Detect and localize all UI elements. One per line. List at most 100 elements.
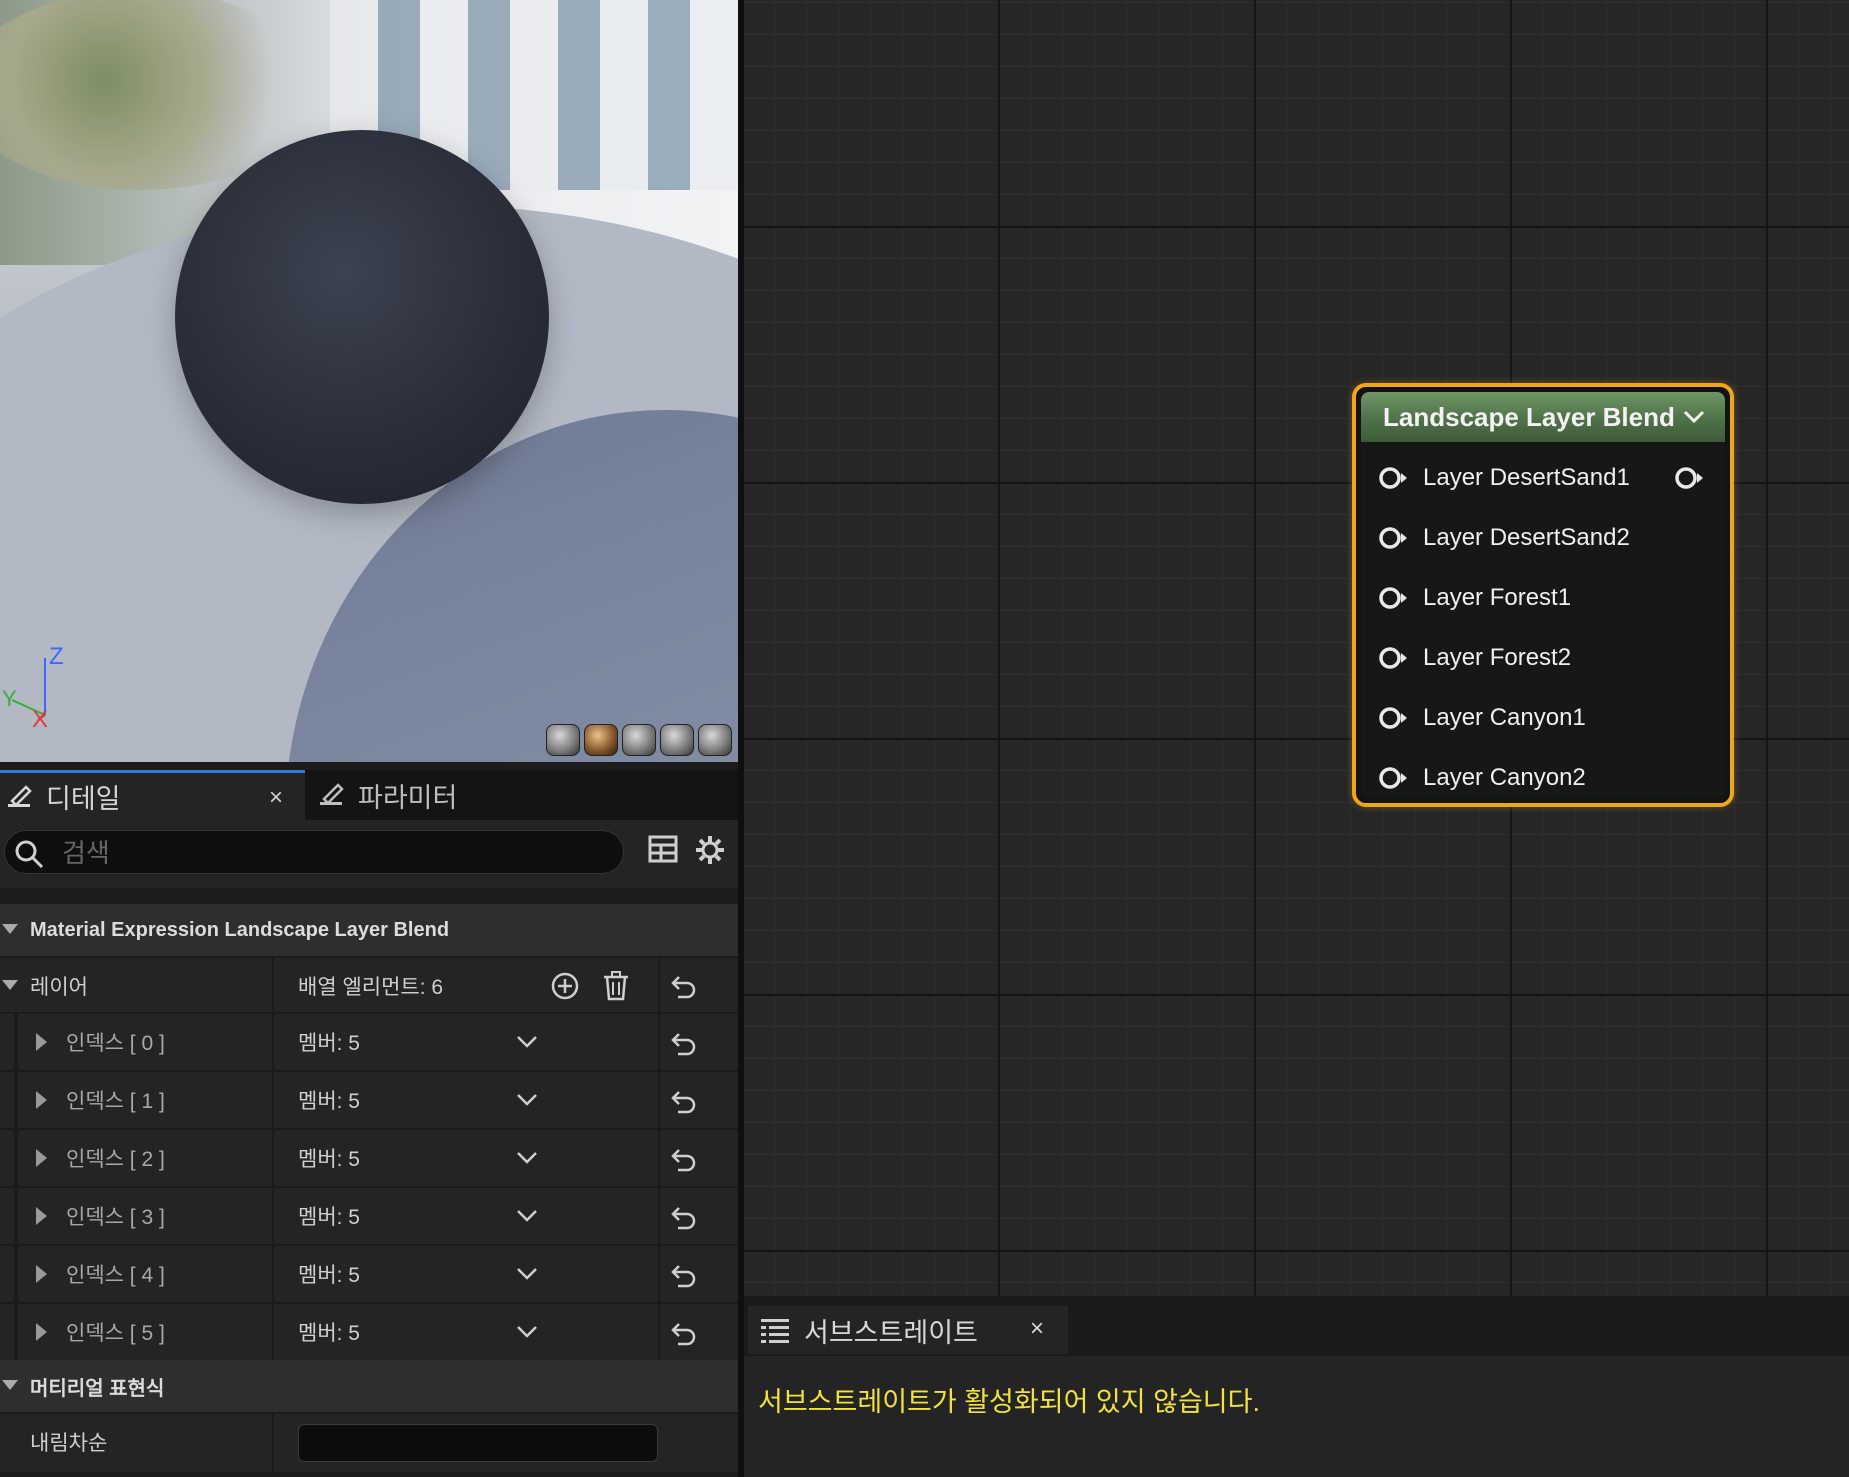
input-pin-icon[interactable]: [1377, 704, 1411, 732]
reset-icon[interactable]: [670, 1204, 698, 1230]
category-header[interactable]: Material Expression Landscape Layer Blen…: [0, 904, 738, 956]
axis-x-label: X: [32, 706, 48, 730]
chevron-down-icon[interactable]: [514, 1263, 540, 1285]
tab-substrate[interactable]: 서브스트레이트 ×: [748, 1306, 1068, 1354]
category-title: Material Expression Landscape Layer Blen…: [30, 918, 450, 941]
sphere-icon[interactable]: [584, 724, 618, 756]
pencil-icon: [320, 783, 344, 805]
descending-row: 내림차순: [0, 1412, 738, 1472]
input-pin[interactable]: Layer Forest2: [1377, 638, 1571, 678]
expand-arrow-icon[interactable]: [36, 1091, 47, 1109]
input-pin-icon[interactable]: [1377, 764, 1411, 792]
reset-icon[interactable]: [670, 1030, 698, 1056]
add-element-icon[interactable]: [550, 971, 580, 1001]
chevron-down-icon[interactable]: [514, 1031, 540, 1053]
input-pin[interactable]: Layer Canyon1: [1377, 698, 1586, 738]
expand-arrow-icon[interactable]: [36, 1207, 47, 1225]
descending-field[interactable]: [298, 1424, 658, 1462]
layer-index-row: 인덱스 [ 5 ] 멤버: 5: [0, 1302, 738, 1360]
index-label: 인덱스 [ 1 ]: [66, 1090, 165, 1113]
input-pin-icon[interactable]: [1377, 524, 1411, 552]
indent-bar: [14, 1014, 18, 1070]
expand-arrow-icon[interactable]: [36, 1323, 47, 1341]
chevron-down-icon[interactable]: [514, 1321, 540, 1343]
search-row: [0, 820, 738, 888]
layers-array-count: 배열 엘리먼트: 6: [298, 976, 444, 999]
preview-shape-toolbar: [546, 724, 732, 756]
substrate-body: 서브스트레이트가 활성화되어 있지 않습니다.: [744, 1356, 1849, 1477]
pin-label: Layer Canyon2: [1423, 764, 1586, 791]
input-pin-icon[interactable]: [1377, 464, 1411, 492]
pin-label: Layer Canyon1: [1423, 704, 1586, 731]
category-title: 머티리얼 표현식: [30, 1377, 165, 1400]
input-pin[interactable]: Layer DesertSand2: [1377, 518, 1630, 558]
pin-label: Layer Forest2: [1423, 644, 1572, 671]
index-value: 멤버: 5: [298, 1264, 360, 1287]
input-pin-icon[interactable]: [1377, 644, 1411, 672]
indent-bar: [14, 1072, 18, 1128]
collapse-arrow-icon[interactable]: [2, 980, 18, 990]
index-value: 멤버: 5: [298, 1032, 360, 1055]
index-value: 멤버: 5: [298, 1206, 360, 1229]
details-panel: 디테일 × 파라미터 검색 Material Expression Landsc…: [0, 762, 738, 1477]
plane-icon[interactable]: [622, 724, 656, 756]
close-icon[interactable]: ×: [269, 784, 283, 812]
chevron-down-icon[interactable]: [514, 1089, 540, 1111]
search-box[interactable]: [4, 830, 624, 874]
layer-index-row: 인덱스 [ 4 ] 멤버: 5: [0, 1244, 738, 1302]
node-header[interactable]: Landscape Layer Blend: [1361, 392, 1725, 442]
table-view-icon[interactable]: [648, 834, 678, 864]
material-preview-viewport[interactable]: Z Y X: [0, 0, 738, 762]
index-label: 인덱스 [ 0 ]: [66, 1032, 165, 1055]
indent-bar: [14, 1304, 18, 1360]
chevron-down-icon[interactable]: [514, 1205, 540, 1227]
chevron-down-icon[interactable]: [1681, 404, 1707, 430]
axis-y-label: Y: [2, 686, 17, 711]
input-pin-icon[interactable]: [1377, 584, 1411, 612]
cube-icon[interactable]: [660, 724, 694, 756]
reset-icon[interactable]: [670, 973, 698, 999]
landscape-layer-blend-node[interactable]: Landscape Layer Blend Layer DesertSand1 L…: [1352, 383, 1734, 807]
tab-substrate-label: 서브스트레이트: [804, 1317, 978, 1348]
chevron-down-icon[interactable]: [514, 1147, 540, 1169]
collapse-arrow-icon[interactable]: [2, 924, 18, 934]
list-icon: [761, 1319, 789, 1343]
index-label: 인덱스 [ 5 ]: [66, 1322, 165, 1345]
tab-details-label: 디테일: [46, 784, 121, 814]
trash-icon[interactable]: [601, 970, 631, 1002]
expand-arrow-icon[interactable]: [36, 1265, 47, 1283]
tab-parameters[interactable]: 파라미터: [318, 770, 618, 820]
reset-icon[interactable]: [670, 1146, 698, 1172]
substrate-panel: 서브스트레이트 × 서브스트레이트가 활성화되어 있지 않습니다.: [744, 1296, 1849, 1477]
axis-gizmo: Z Y X: [2, 643, 64, 730]
pencil-icon: [8, 784, 32, 807]
layer-index-row: 인덱스 [ 0 ] 멤버: 5: [0, 1012, 738, 1070]
pin-label: Layer DesertSand2: [1423, 524, 1630, 551]
reset-icon[interactable]: [670, 1262, 698, 1288]
close-icon[interactable]: ×: [1030, 1315, 1044, 1343]
pin-label: Layer Forest1: [1423, 584, 1572, 611]
substrate-status-message: 서브스트레이트가 활성화되어 있지 않습니다.: [758, 1387, 1260, 1417]
indent-bar: [14, 1188, 18, 1244]
gear-icon[interactable]: [694, 834, 726, 866]
search-input[interactable]: [60, 835, 604, 871]
details-tabbar: 디테일 × 파라미터: [0, 770, 738, 820]
tab-details[interactable]: 디테일 ×: [0, 770, 305, 820]
category-header[interactable]: 머티리얼 표현식: [0, 1360, 738, 1412]
expand-arrow-icon[interactable]: [36, 1033, 47, 1051]
collapse-arrow-icon[interactable]: [2, 1380, 18, 1390]
layer-index-row: 인덱스 [ 3 ] 멤버: 5: [0, 1186, 738, 1244]
input-pin[interactable]: Layer Forest1: [1377, 578, 1571, 618]
input-pin[interactable]: Layer Canyon2: [1377, 758, 1586, 798]
reset-icon[interactable]: [670, 1088, 698, 1114]
index-label: 인덱스 [ 4 ]: [66, 1264, 165, 1287]
cylinder-icon[interactable]: [546, 724, 580, 756]
expand-arrow-icon[interactable]: [36, 1149, 47, 1167]
node-title: Landscape Layer Blend: [1383, 401, 1675, 432]
input-pin[interactable]: Layer DesertSand1: [1377, 458, 1630, 498]
reset-icon[interactable]: [670, 1320, 698, 1346]
layers-row: 레이어 배열 엘리먼트: 6: [0, 956, 738, 1012]
layers-label: 레이어: [30, 976, 88, 999]
output-pin-icon[interactable]: [1673, 464, 1707, 492]
custom-mesh-icon[interactable]: [698, 724, 732, 756]
